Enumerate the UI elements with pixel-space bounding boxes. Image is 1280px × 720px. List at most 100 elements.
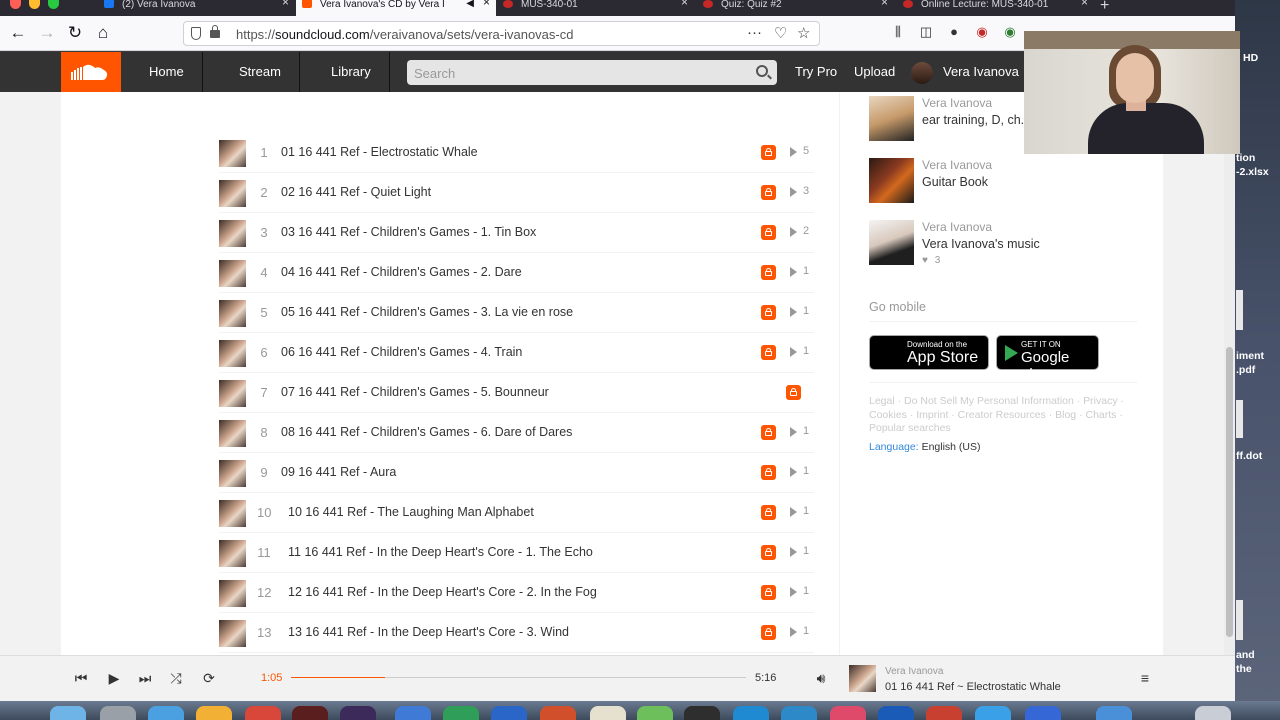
soundcloud-logo-icon[interactable] [61, 52, 121, 92]
back-icon[interactable]: ← [7, 22, 29, 44]
browser-tab[interactable]: Online Lecture: MUS-340-01 × [897, 0, 1094, 16]
account-icon[interactable]: ● [946, 24, 962, 40]
safari-dock-icon[interactable] [148, 706, 184, 720]
track-title[interactable]: 09 16 441 Ref - Aura [281, 465, 396, 479]
app-dock-icon[interactable] [733, 706, 769, 720]
track-row[interactable]: 6 06 16 441 Ref - Children's Games - 4. T… [219, 333, 814, 373]
playlist-thumbnail[interactable] [869, 96, 914, 141]
nav-stream[interactable]: Stream [221, 52, 300, 92]
track-title[interactable]: 13 16 441 Ref - In the Deep Heart's Core… [288, 625, 569, 639]
desktop-file-label[interactable]: iment [1236, 350, 1264, 362]
app-dock-icon[interactable] [781, 706, 817, 720]
playlist-title[interactable]: ear training, D, ch. [922, 113, 1024, 127]
progress-bar[interactable] [291, 677, 746, 678]
close-icon[interactable]: × [681, 0, 688, 8]
language-selector[interactable]: Language: English (US) [869, 441, 981, 453]
track-thumbnail[interactable] [219, 500, 246, 527]
desktop-file-icon[interactable] [1236, 600, 1243, 640]
playlist-thumbnail[interactable] [869, 220, 914, 265]
username-menu[interactable]: Vera Ivanova [943, 52, 1019, 92]
shield-icon[interactable] [191, 27, 201, 40]
scrollbar-thumb[interactable] [1226, 347, 1233, 637]
pocket-icon[interactable]: ♡ [774, 24, 787, 42]
track-thumbnail[interactable] [219, 620, 246, 647]
volume-icon[interactable]: 🔊︎ [811, 668, 831, 688]
downloads-dock-icon[interactable] [1096, 706, 1132, 720]
queue-icon[interactable]: ≡ [1135, 668, 1155, 688]
search-input[interactable]: Search [407, 60, 777, 85]
app-dock-icon[interactable] [926, 706, 962, 720]
now-playing-user[interactable]: Vera Ivanova [885, 666, 943, 677]
track-title[interactable]: 05 16 441 Ref - Children's Games - 3. La… [281, 305, 573, 319]
track-title[interactable]: 03 16 441 Ref - Children's Games - 1. Ti… [281, 225, 536, 239]
app-dock-icon[interactable] [540, 706, 576, 720]
app-dock-icon[interactable] [878, 706, 914, 720]
app-dock-icon[interactable] [245, 706, 281, 720]
upload-link[interactable]: Upload [854, 52, 895, 92]
track-row[interactable]: 3 03 16 441 Ref - Children's Games - 1. T… [219, 213, 814, 253]
bookmark-star-icon[interactable]: ☆ [797, 24, 810, 42]
now-playing-thumbnail[interactable] [849, 665, 876, 692]
track-title[interactable]: 01 16 441 Ref - Electrostatic Whale [281, 145, 478, 159]
browser-tab[interactable]: (2) Vera Ivanova × [98, 0, 295, 16]
track-thumbnail[interactable] [219, 220, 246, 247]
lock-icon[interactable] [210, 25, 220, 38]
window-close-button[interactable] [10, 0, 21, 9]
desktop-file-icon[interactable] [1236, 290, 1243, 330]
track-row[interactable]: 7 07 16 441 Ref - Children's Games - 5. B… [219, 373, 814, 413]
extension-icon[interactable]: ◉ [1002, 24, 1018, 40]
trash-dock-icon[interactable] [1195, 706, 1231, 720]
nav-home[interactable]: Home [131, 52, 203, 92]
app-dock-icon[interactable] [590, 706, 626, 720]
avatar[interactable] [911, 62, 933, 84]
desktop-file-icon[interactable] [1236, 400, 1243, 438]
track-thumbnail[interactable] [219, 340, 246, 367]
track-title[interactable]: 10 16 441 Ref - The Laughing Man Alphabe… [288, 505, 534, 519]
nav-library[interactable]: Library [313, 52, 390, 92]
browser-tab[interactable]: MUS-340-01 × [497, 0, 694, 16]
google-play-badge[interactable]: GET IT ON Google play [996, 335, 1099, 383]
track-thumbnail[interactable] [219, 540, 246, 567]
app-dock-icon[interactable] [491, 706, 527, 720]
new-tab-icon[interactable]: + [1100, 0, 1109, 15]
play-icon[interactable]: ▶ [104, 668, 124, 688]
url-text[interactable]: https://soundcloud.com/veraivanova/sets/… [236, 27, 573, 42]
playlist-item[interactable]: Vera Ivanova Guitar Book [869, 158, 1139, 214]
track-row[interactable]: 13 13 16 441 Ref - In the Deep Heart's Co… [219, 613, 814, 653]
track-title[interactable]: 04 16 441 Ref - Children's Games - 2. Da… [281, 265, 522, 279]
reload-icon[interactable]: ↻ [64, 22, 86, 44]
app-dock-icon[interactable] [196, 706, 232, 720]
track-row[interactable]: 9 09 16 441 Ref - Aura 1 [219, 453, 814, 493]
track-title[interactable]: 06 16 441 Ref - Children's Games - 4. Tr… [281, 345, 522, 359]
playlist-title[interactable]: Guitar Book [922, 175, 988, 189]
track-row[interactable]: 8 08 16 441 Ref - Children's Games - 6. D… [219, 413, 814, 453]
desktop-file-label[interactable]: and [1236, 649, 1255, 661]
browser-tab-active[interactable]: Vera Ivanova's CD by Vera I ◀ × [296, 0, 496, 16]
window-minimize-button[interactable] [29, 0, 40, 9]
track-row[interactable]: 5 05 16 441 Ref - Children's Games - 3. L… [219, 293, 814, 333]
close-icon[interactable]: × [282, 0, 289, 8]
track-row[interactable]: 1 01 16 441 Ref - Electrostatic Whale 5 [219, 133, 814, 173]
track-row[interactable]: 10 10 16 441 Ref - The Laughing Man Alpha… [219, 493, 814, 533]
finder-dock-icon[interactable] [50, 706, 86, 720]
playlist-title[interactable]: Vera Ivanova's music [922, 237, 1040, 251]
playlist-user[interactable]: Vera Ivanova [922, 96, 992, 110]
track-thumbnail[interactable] [219, 180, 246, 207]
track-title[interactable]: 02 16 441 Ref - Quiet Light [281, 185, 431, 199]
track-thumbnail[interactable] [219, 420, 246, 447]
search-icon[interactable] [756, 65, 768, 77]
track-thumbnail[interactable] [219, 140, 246, 167]
app-dock-icon[interactable] [443, 706, 479, 720]
close-icon[interactable]: × [483, 0, 490, 8]
app-dock-icon[interactable] [637, 706, 673, 720]
desktop-file-label[interactable]: ff.dot [1236, 450, 1262, 462]
now-playing-title[interactable]: 01 16 441 Ref ~ Electrostatic Whale [885, 681, 1061, 693]
track-row[interactable]: 2 02 16 441 Ref - Quiet Light 3 [219, 173, 814, 213]
likes-count[interactable]: ♥ 3 [922, 255, 940, 266]
window-zoom-button[interactable] [48, 0, 59, 9]
track-row[interactable]: 11 11 16 441 Ref - In the Deep Heart's Co… [219, 533, 814, 573]
track-row[interactable]: 4 04 16 441 Ref - Children's Games - 2. D… [219, 253, 814, 293]
track-thumbnail[interactable] [219, 300, 246, 327]
launchpad-dock-icon[interactable] [100, 706, 136, 720]
app-dock-icon[interactable] [975, 706, 1011, 720]
